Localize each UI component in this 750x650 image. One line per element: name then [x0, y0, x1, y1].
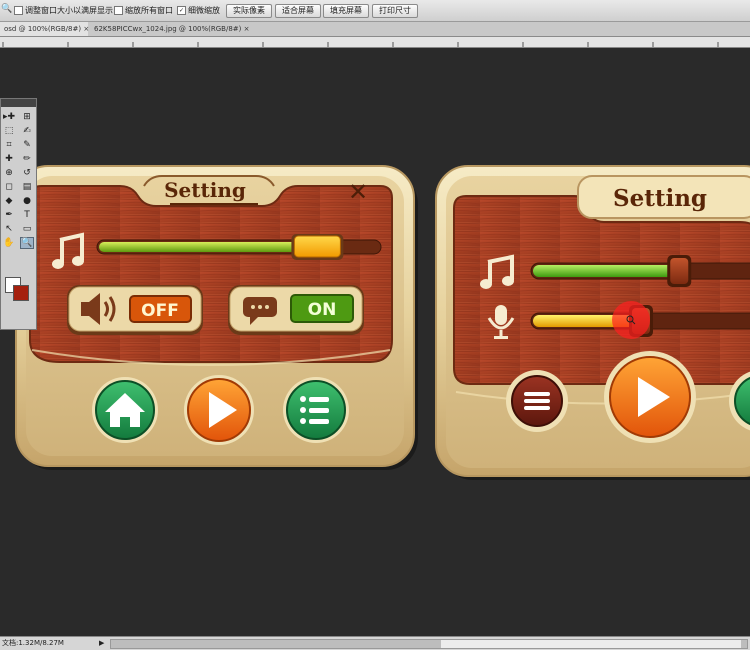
panel-title: Setting: [164, 178, 246, 202]
type-tool-icon[interactable]: T: [20, 209, 34, 221]
blur-tool-icon[interactable]: ◆: [2, 195, 16, 207]
green-round-button[interactable]: [729, 370, 750, 432]
dodge-tool-icon[interactable]: ●: [20, 195, 34, 207]
scrubby-zoom-option[interactable]: ✓ 细微缩放: [177, 4, 220, 17]
canvas-artwork: Setting ✕ OFF ON Setting: [15, 165, 750, 480]
chat-on-label: ON: [308, 300, 337, 320]
horizontal-ruler: [0, 37, 750, 48]
ruler-ticks: [2, 42, 719, 47]
crop-tool-icon[interactable]: ⌗: [2, 139, 16, 151]
zoom-all-windows-checkbox[interactable]: [114, 6, 123, 15]
tools-grid: ▸✚ ⊞ ⬚ ✍ ⌗ ✎ ✚ ✏ ⊕ ↺ ◻ ▤ ◆ ● ✒ T ↖ ▭ ✋ 🔍: [1, 107, 36, 253]
music-volume-slider[interactable]: [530, 255, 750, 287]
home-button[interactable]: [92, 377, 158, 443]
play-button[interactable]: [184, 375, 254, 445]
healing-brush-tool-icon[interactable]: ✚: [2, 153, 16, 165]
status-bar: 文档:1.32M/8.27M ▶: [0, 636, 750, 650]
scrollbar-thumb[interactable]: [441, 640, 741, 648]
chat-toggle-button[interactable]: ON: [228, 285, 364, 335]
menu-list-button[interactable]: [283, 377, 349, 443]
scrubby-zoom-checkbox[interactable]: ✓: [177, 6, 186, 15]
marquee-tool-icon[interactable]: ⬚: [2, 125, 16, 137]
tab-label: 62K58PICCwx_1024.jpg @ 100%(RGB/8#): [94, 25, 242, 33]
document-tab-osd[interactable]: osd @ 100%(RGB/8#) ×: [0, 22, 89, 36]
background-color-swatch[interactable]: [13, 285, 29, 301]
tools-panel: ▸✚ ⊞ ⬚ ✍ ⌗ ✎ ✚ ✏ ⊕ ↺ ◻ ▤ ◆ ● ✒ T ↖ ▭ ✋ 🔍: [0, 98, 37, 330]
cursor-click-highlight: [612, 301, 650, 339]
resize-windows-checkbox[interactable]: [14, 6, 23, 15]
actual-pixels-button[interactable]: 实际像素: [226, 4, 272, 18]
status-menu-arrow-icon[interactable]: ▶: [99, 638, 107, 648]
gradient-tool-icon[interactable]: ▤: [20, 181, 34, 193]
artboard-tool-icon[interactable]: ⊞: [20, 111, 34, 123]
close-tab-icon[interactable]: ×: [244, 25, 250, 33]
wood-board: [453, 195, 750, 385]
zoom-all-windows-label: 缩放所有窗口: [125, 6, 173, 15]
sound-toggle-button[interactable]: OFF: [67, 285, 203, 335]
rectangle-tool-icon[interactable]: ▭: [20, 223, 34, 235]
play-icon: [209, 392, 237, 428]
mic-volume-knob[interactable]: [629, 305, 653, 337]
speaker-icon: [81, 293, 116, 325]
document-tab-jpg[interactable]: 62K58PICCwx_1024.jpg @ 100%(RGB/8#) ×: [90, 22, 268, 36]
document-size-text: 文档:1.32M/8.27M: [2, 639, 64, 647]
music-note-icon: [52, 232, 84, 269]
scrubby-zoom-label: 细微缩放: [188, 6, 220, 15]
clone-stamp-tool-icon[interactable]: ⊕: [2, 167, 16, 179]
move-tool-icon[interactable]: ▸✚: [2, 111, 16, 123]
wood-board: [29, 185, 393, 363]
eyedropper-tool-icon[interactable]: ✎: [20, 139, 34, 151]
print-size-button[interactable]: 打印尺寸: [372, 4, 418, 18]
music-volume-knob[interactable]: [291, 234, 344, 260]
menu-button[interactable]: [506, 370, 568, 432]
settings-panel-right: Setting: [435, 165, 750, 480]
tab-label: osd @ 100%(RGB/8#): [4, 25, 82, 33]
list-icon: [300, 396, 329, 424]
play-button[interactable]: [604, 351, 696, 443]
music-note-icon: [480, 254, 514, 289]
hamburger-icon: [524, 392, 550, 410]
close-icon[interactable]: ✕: [348, 178, 368, 206]
sound-off-label: OFF: [141, 301, 179, 321]
resize-windows-option[interactable]: 调整窗口大小以满屏显示: [14, 4, 113, 17]
pen-tool-icon[interactable]: ✒: [2, 209, 16, 221]
zoom-all-windows-option[interactable]: 缩放所有窗口: [114, 4, 173, 17]
music-volume-slider[interactable]: [96, 234, 382, 260]
zoom-tool-indicator-icon: 🔍: [1, 4, 13, 14]
music-volume-knob[interactable]: [667, 255, 692, 287]
panel-title: Setting: [613, 185, 707, 212]
close-tab-icon[interactable]: ×: [83, 25, 89, 33]
microphone-icon: [487, 305, 515, 339]
hand-tool-icon[interactable]: ✋: [2, 237, 16, 249]
chat-bubble-icon: [243, 297, 277, 325]
home-icon: [105, 393, 145, 427]
resize-windows-label: 调整窗口大小以满屏显示: [25, 6, 113, 15]
fill-screen-button[interactable]: 填充屏幕: [323, 4, 369, 18]
zoom-tool-icon[interactable]: 🔍: [20, 237, 34, 249]
brush-tool-icon[interactable]: ✏: [20, 153, 34, 165]
settings-panel-left: Setting ✕ OFF ON: [15, 165, 418, 470]
history-brush-tool-icon[interactable]: ↺: [20, 167, 34, 179]
lasso-tool-icon[interactable]: ✍: [20, 125, 34, 137]
tools-panel-header[interactable]: [1, 99, 36, 107]
eraser-tool-icon[interactable]: ◻: [2, 181, 16, 193]
horizontal-scrollbar[interactable]: [110, 639, 748, 649]
mic-volume-slider[interactable]: [530, 305, 750, 337]
document-tab-bar: osd @ 100%(RGB/8#) × 62K58PICCwx_1024.jp…: [0, 22, 750, 37]
play-icon: [638, 377, 670, 417]
options-bar: 🔍 调整窗口大小以满屏显示 缩放所有窗口 ✓ 细微缩放 实际像素 适合屏幕 填充…: [0, 0, 750, 22]
fit-screen-button[interactable]: 适合屏幕: [275, 4, 321, 18]
path-selection-tool-icon[interactable]: ↖: [2, 223, 16, 235]
